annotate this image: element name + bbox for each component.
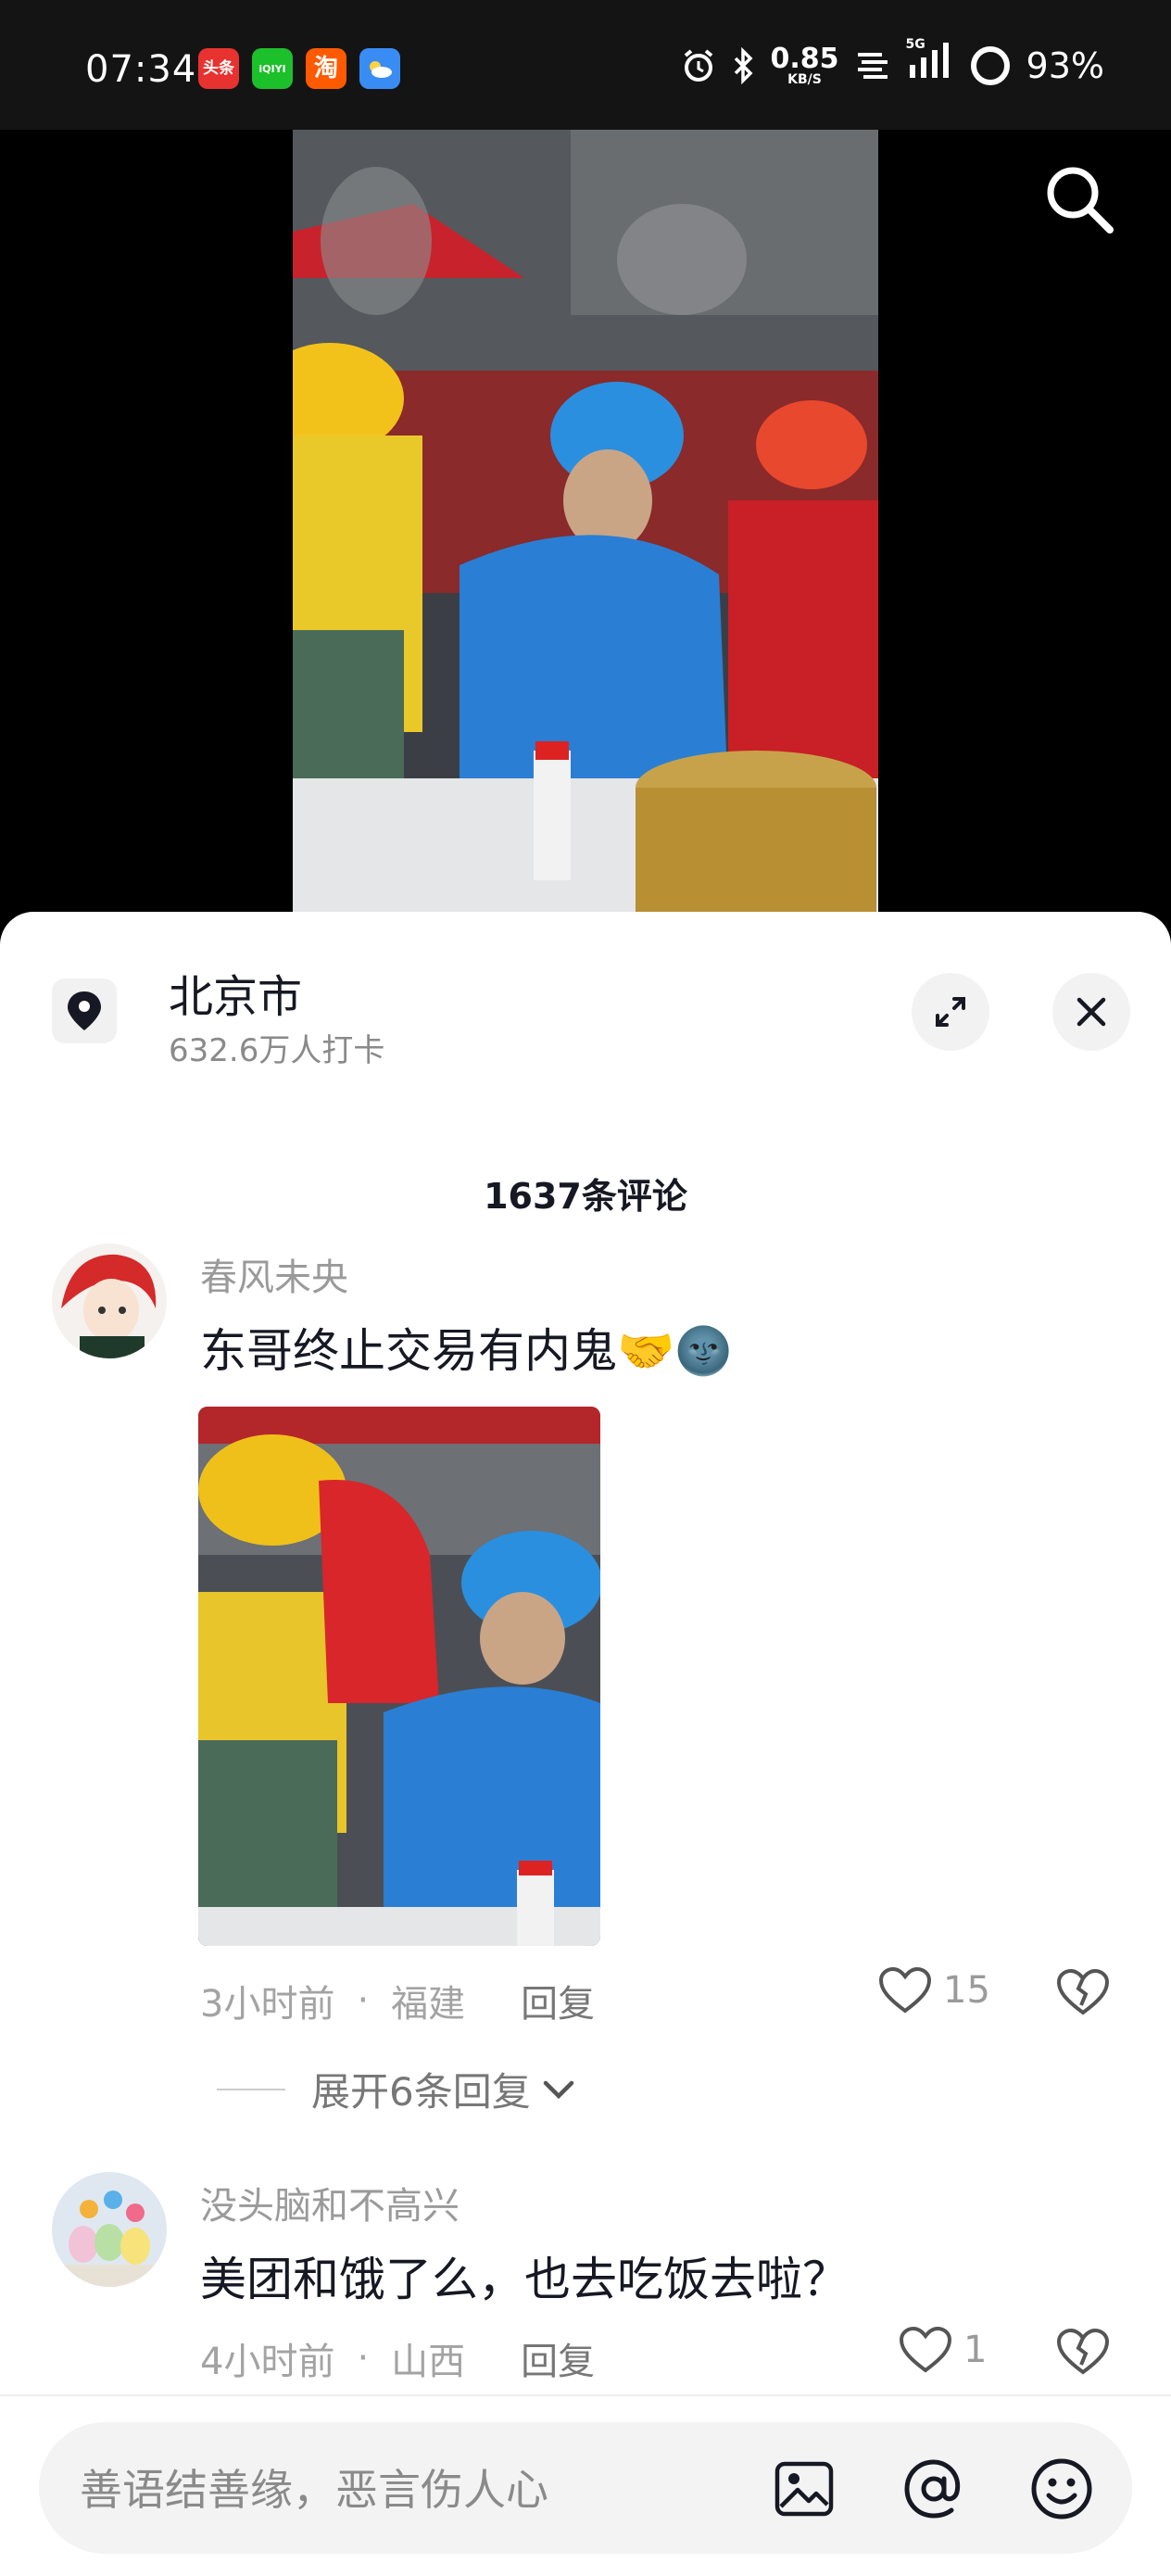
- location-pin-icon[interactable]: [52, 979, 117, 1043]
- comment-meta: 3小时前 · 福建 回复: [200, 1974, 595, 2027]
- avatar[interactable]: [52, 2172, 167, 2287]
- status-time: 07:34: [85, 48, 197, 91]
- broken-heart-icon[interactable]: [1056, 2328, 1110, 2376]
- comment-region: 山西: [391, 2341, 466, 2383]
- toutiao-app-icon: 头条: [198, 48, 239, 89]
- expand-button[interactable]: [912, 973, 989, 1051]
- alarm-icon: [684, 48, 712, 82]
- video-frame: [293, 130, 878, 927]
- bluetooth-icon: [734, 46, 752, 84]
- comment-input[interactable]: [80, 2457, 747, 2522]
- status-indicators: 0.85 KB/S 5G 93%: [680, 37, 1104, 88]
- battery-ring-icon: [970, 45, 1010, 85]
- weather-app-icon: [359, 48, 400, 89]
- network-speed: 0.85 KB/S: [770, 42, 839, 87]
- video-player[interactable]: [0, 130, 1171, 927]
- reply-button[interactable]: 回复: [521, 1974, 595, 2027]
- location-checkins: 632.6万人打卡: [169, 1032, 385, 1069]
- location-name[interactable]: 北京市: [169, 960, 302, 1025]
- avatar[interactable]: [52, 1244, 167, 1358]
- at-icon[interactable]: [900, 2456, 967, 2522]
- expand-replies-label: 展开6条回复: [311, 2069, 531, 2115]
- comment-meta: 4小时前 · 山西 回复: [200, 2331, 595, 2385]
- reply-button[interactable]: 回复: [521, 2331, 595, 2385]
- comment-username[interactable]: 没头脑和不高兴: [200, 2176, 460, 2229]
- comment-input-bar: [0, 2394, 1171, 2576]
- like-button[interactable]: 15: [878, 1966, 990, 2014]
- comment-image[interactable]: [198, 1407, 600, 1946]
- iqiyi-app-icon: iQIYI: [252, 48, 293, 89]
- comment-input-container[interactable]: [39, 2422, 1132, 2554]
- taobao-app-icon: 淘: [306, 48, 346, 89]
- comment-time: 3小时前: [200, 1983, 335, 2026]
- status-bar: 07:34 头条 iQIYI 淘 0.85 KB/S 5G 93%: [0, 0, 1171, 130]
- comment-region: 福建: [391, 1983, 466, 2026]
- meta-separator: ·: [357, 1979, 370, 2022]
- comment-username[interactable]: 春风未央: [200, 1247, 348, 1301]
- expand-icon: [936, 997, 965, 1027]
- signal-5g: 5G: [906, 37, 954, 88]
- heart-icon: [878, 1966, 932, 2014]
- broken-heart-icon[interactable]: [1056, 1968, 1110, 2016]
- divider-line: [217, 2088, 285, 2090]
- battery-percent: 93%: [1026, 44, 1104, 86]
- comment-count: 1637条评论: [484, 1176, 687, 1217]
- close-icon: [1077, 997, 1106, 1027]
- search-icon[interactable]: [1038, 158, 1121, 241]
- expand-replies-button[interactable]: 展开6条回复: [217, 2061, 577, 2117]
- like-count: 1: [963, 2329, 988, 2371]
- heart-icon: [899, 2326, 952, 2373]
- comment-text[interactable]: 美团和饿了么，也去吃饭去啦？: [200, 2242, 849, 2309]
- like-count: 15: [943, 1969, 990, 2012]
- status-app-icons: 头条 iQIYI 淘: [198, 48, 400, 89]
- meta-separator: ·: [357, 2337, 370, 2380]
- emoji-icon[interactable]: [1028, 2456, 1095, 2522]
- like-button[interactable]: 1: [899, 2326, 987, 2374]
- comment-text[interactable]: 东哥终止交易有内鬼🤝🌚: [200, 1314, 733, 1381]
- comment-time: 4小时前: [200, 2341, 335, 2383]
- chevron-down-icon: [543, 2080, 573, 2099]
- close-button[interactable]: [1052, 973, 1130, 1051]
- data-transfer-icon: [857, 52, 888, 79]
- image-icon[interactable]: [771, 2456, 837, 2522]
